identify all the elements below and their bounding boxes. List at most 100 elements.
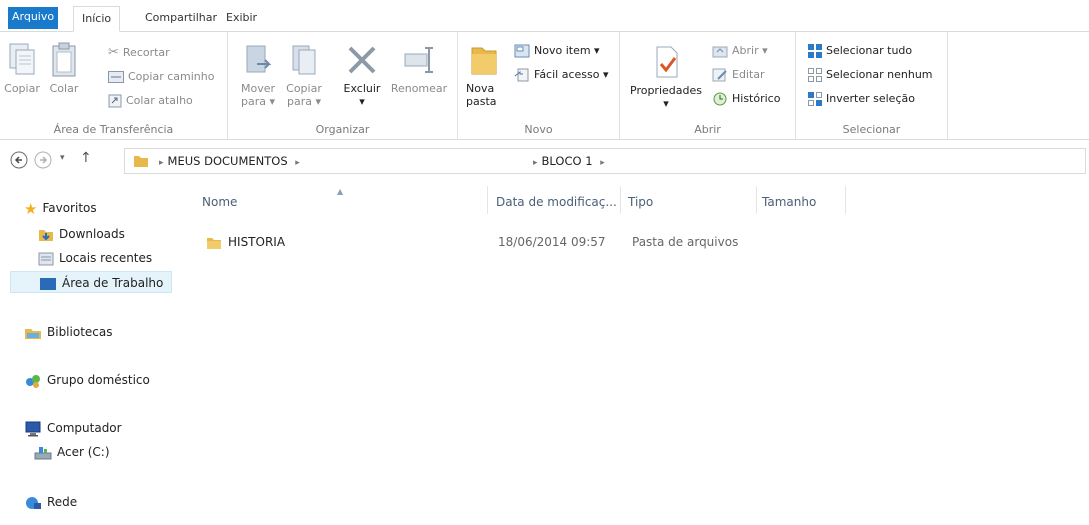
nav-favorites-label: Favoritos [42, 201, 97, 215]
nav-network[interactable]: Rede [24, 491, 77, 513]
new-group: Nova pasta Novo item ▾ Fácil acesso ▾ No… [458, 32, 620, 140]
select-none-icon [808, 68, 822, 82]
address-box[interactable]: ▸ MEUS DOCUMENTOS ▸ ▸ BLOCO 1 ▸ [124, 148, 1086, 174]
new-item-button[interactable]: Novo item ▾ [514, 42, 600, 60]
nav-recent-places[interactable]: Locais recentes [38, 247, 152, 269]
up-arrow-icon[interactable]: ↑ [80, 150, 92, 166]
new-folder-label-1: Nova [466, 82, 495, 95]
file-type: Pasta de arquivos [632, 235, 739, 249]
copy-to-icon [292, 45, 316, 75]
nav-downloads-label: Downloads [59, 227, 125, 241]
invert-selection-button[interactable]: Inverter seleção [808, 90, 915, 108]
column-header-name[interactable]: Nome [202, 190, 237, 214]
breadcrumb-label-0: MEUS DOCUMENTOS [167, 154, 288, 168]
history-button[interactable]: Histórico [712, 90, 780, 108]
organize-group: Mover para ▾ Copiar para ▾ Excluir ▾ Ren… [228, 32, 458, 140]
rename-icon [404, 47, 433, 73]
open-group-label: Abrir [694, 123, 721, 136]
back-button[interactable] [10, 151, 28, 173]
select-group: Selecionar tudo Selecionar nenhum Invert… [796, 32, 948, 140]
tab-share[interactable]: Compartilhar [145, 6, 217, 30]
folder-icon [134, 156, 148, 167]
select-all-label: Selecionar tudo [826, 44, 913, 57]
select-all-icon [808, 44, 822, 58]
nav-desktop-label: Área de Trabalho [62, 276, 164, 290]
nav-homegroup[interactable]: Grupo doméstico [24, 369, 150, 391]
move-to-label-2: para ▾ [240, 95, 276, 108]
nav-favorites[interactable]: ★ Favoritos [24, 197, 97, 219]
copy-path-button[interactable]: Copiar caminho [108, 68, 214, 86]
nav-drive-c-label: Acer (C:) [57, 445, 110, 459]
select-none-label: Selecionar nenhum [826, 68, 933, 81]
recent-places-icon [38, 252, 54, 265]
delete-label: Excluir [343, 82, 381, 95]
move-to-icon [246, 45, 272, 73]
select-group-label: Selecionar [842, 123, 901, 136]
nav-libraries-label: Bibliotecas [47, 325, 113, 339]
forward-button[interactable] [34, 151, 52, 173]
copy-icon [9, 43, 35, 75]
nav-desktop[interactable]: Área de Trabalho [10, 271, 173, 293]
star-icon: ★ [24, 199, 38, 218]
clipboard-group: Copiar Colar ✂ Recortar Copiar caminho Co… [0, 32, 228, 140]
computer-icon [25, 421, 41, 436]
properties-button[interactable]: Propriedades ▾ [626, 44, 706, 110]
column-divider[interactable] [487, 186, 488, 214]
nav-network-label: Rede [47, 495, 78, 509]
drive-icon [34, 446, 52, 459]
nav-libraries[interactable]: Bibliotecas [24, 321, 112, 343]
file-row-name[interactable]: HISTORIA [206, 231, 285, 253]
select-none-button[interactable]: Selecionar nenhum [808, 66, 933, 84]
move-to-button[interactable]: Mover para ▾ [238, 42, 278, 108]
paste-button[interactable]: Colar [46, 42, 82, 95]
nav-recent-places-label: Locais recentes [59, 251, 153, 265]
network-icon [26, 496, 41, 509]
edit-icon [712, 68, 727, 82]
paste-shortcut-icon [108, 94, 122, 108]
tab-file[interactable]: Arquivo [8, 7, 59, 29]
new-folder-button[interactable]: Nova pasta [466, 42, 502, 108]
new-folder-icon [471, 47, 497, 75]
nav-downloads[interactable]: Downloads [38, 223, 125, 245]
open-button[interactable]: Abrir ▾ [712, 42, 768, 60]
column-header-type[interactable]: Tipo [628, 190, 653, 214]
tab-view[interactable]: Exibir [226, 6, 257, 30]
properties-label: Propriedades [630, 84, 702, 97]
copy-to-button[interactable]: Copiar para ▾ [284, 42, 324, 108]
column-divider[interactable] [620, 186, 621, 214]
delete-button[interactable]: Excluir ▾ [340, 42, 384, 108]
navigation-pane: ★ Favoritos Downloads Locais recentes Áre… [0, 185, 190, 525]
nav-computer[interactable]: Computador [24, 417, 122, 439]
move-to-label-1: Mover [240, 82, 276, 95]
breadcrumb-item-1[interactable]: ▸ BLOCO 1 ▸ [529, 154, 609, 168]
new-folder-label-2: pasta [466, 95, 497, 108]
paste-shortcut-button[interactable]: Colar atalho [108, 92, 193, 110]
rename-button[interactable]: Renomear [386, 42, 452, 95]
select-all-button[interactable]: Selecionar tudo [808, 42, 912, 60]
easy-access-button[interactable]: Fácil acesso ▾ [514, 66, 609, 84]
history-label: Histórico [732, 92, 781, 105]
tab-home[interactable]: Início [73, 6, 121, 32]
edit-button[interactable]: Editar [712, 66, 765, 84]
breadcrumb-item-0[interactable]: ▸ MEUS DOCUMENTOS ▸ [155, 154, 304, 168]
nav-drive-c[interactable]: Acer (C:) [34, 441, 110, 463]
column-header-date[interactable]: Data de modificaç... [496, 190, 617, 214]
column-header-size[interactable]: Tamanho [762, 190, 816, 214]
easy-access-icon [514, 68, 529, 82]
address-bar-row: ▾ ↑ ▸ MEUS DOCUMENTOS ▸ ▸ BLOCO 1 ▸ [0, 146, 1089, 176]
downloads-folder-icon [39, 229, 53, 241]
recent-locations-chevron-icon[interactable]: ▾ [60, 153, 65, 163]
scissors-icon: ✂ [108, 45, 119, 60]
column-divider[interactable] [756, 186, 757, 214]
file-name: HISTORIA [228, 235, 286, 249]
open-icon [712, 46, 728, 58]
delete-x-icon [348, 46, 376, 74]
new-group-label: Novo [524, 123, 553, 136]
cut-button[interactable]: ✂ Recortar [108, 44, 170, 62]
copy-button[interactable]: Copiar [4, 42, 40, 95]
column-divider[interactable] [845, 186, 846, 214]
delete-dropdown-icon: ▾ [359, 95, 365, 108]
folder-icon [207, 237, 221, 249]
organize-group-label: Organizar [315, 123, 370, 136]
copy-path-label: Copiar caminho [128, 70, 215, 83]
